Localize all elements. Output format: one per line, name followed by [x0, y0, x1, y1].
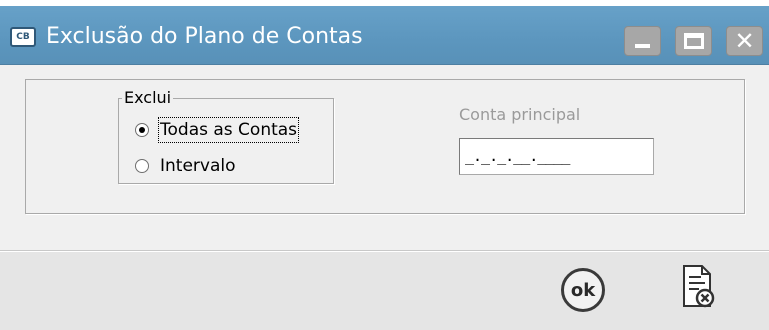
cancel-button[interactable]: [682, 264, 716, 310]
app-icon: CB: [10, 27, 36, 47]
close-icon: ✕: [734, 27, 755, 55]
button-bar: ok: [0, 250, 769, 330]
conta-principal-label: Conta principal: [459, 105, 581, 124]
minimize-button[interactable]: [624, 26, 661, 56]
conta-principal-input[interactable]: _._._.__.____: [459, 138, 654, 175]
dialog-body: Exclui Todas as Contas Intervalo Conta p…: [0, 65, 769, 250]
radio-button-selected[interactable]: [135, 123, 149, 137]
maximize-icon: [684, 33, 704, 49]
exclui-legend: Exclui: [122, 88, 174, 108]
window-title: Exclusão do Plano de Contas: [46, 24, 363, 49]
radio-button[interactable]: [135, 159, 149, 173]
radio-label[interactable]: Todas as Contas: [158, 117, 300, 143]
close-button[interactable]: ✕: [726, 26, 763, 56]
radio-label[interactable]: Intervalo: [158, 153, 238, 179]
ok-button[interactable]: ok: [561, 268, 605, 312]
window-titlebar[interactable]: CB Exclusão do Plano de Contas ✕: [0, 6, 769, 65]
document-cancel-icon: [683, 265, 715, 308]
radio-todas-as-contas[interactable]: Todas as Contas: [135, 117, 300, 143]
maximize-button[interactable]: [675, 26, 712, 56]
minimize-icon: [635, 44, 650, 48]
radio-intervalo[interactable]: Intervalo: [135, 153, 238, 179]
